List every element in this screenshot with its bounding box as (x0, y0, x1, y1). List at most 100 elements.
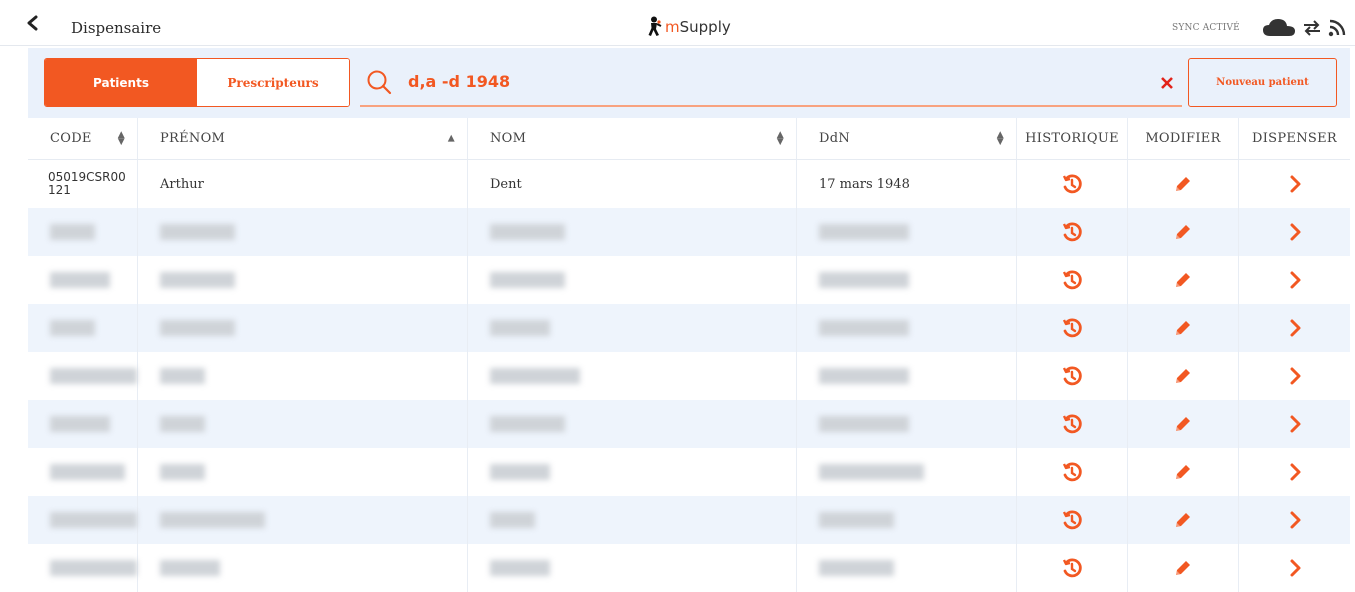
dispense-button[interactable] (1239, 448, 1350, 496)
dispense-button[interactable] (1239, 208, 1350, 256)
cell-prenom (138, 256, 468, 304)
search-bar[interactable]: d,a -d 1948 (360, 58, 1182, 107)
edit-button[interactable] (1128, 256, 1239, 304)
pencil-icon (1176, 561, 1190, 575)
column-header-modifier: MODIFIER (1128, 118, 1239, 159)
column-header-ddn[interactable]: DdN ▲ ▼ (797, 118, 1017, 159)
history-button[interactable] (1017, 400, 1128, 448)
history-button[interactable] (1017, 448, 1128, 496)
dispense-button[interactable] (1239, 304, 1350, 352)
history-button[interactable] (1017, 544, 1128, 592)
table-row[interactable] (28, 496, 1350, 544)
tab-prescripteurs[interactable]: Prescripteurs (197, 59, 349, 106)
tab-patients[interactable]: Patients (45, 59, 197, 106)
edit-button[interactable] (1128, 544, 1239, 592)
cell-ddn (797, 208, 1017, 256)
table-row[interactable] (28, 544, 1350, 592)
edit-button[interactable] (1128, 448, 1239, 496)
obscured-text (490, 512, 535, 528)
cell-code (28, 352, 138, 400)
obscured-text (160, 320, 235, 336)
sync-status-text: SYNC ACTIVÉ (1172, 23, 1240, 33)
pencil-icon (1176, 321, 1190, 335)
table-row[interactable] (28, 400, 1350, 448)
dispense-button[interactable] (1239, 496, 1350, 544)
history-icon (1062, 366, 1082, 386)
history-icon (1062, 510, 1082, 530)
obscured-text (490, 560, 550, 576)
column-header-code[interactable]: CODE ▲ ▼ (28, 118, 138, 159)
history-icon (1062, 318, 1082, 338)
edit-button[interactable] (1128, 208, 1239, 256)
sync-arrows-icon (1304, 20, 1320, 36)
table-row[interactable] (28, 256, 1350, 304)
table-row[interactable] (28, 304, 1350, 352)
column-header-prenom[interactable]: PRÉNOM ▲ (138, 118, 468, 159)
chevron-right-icon (1290, 511, 1300, 529)
history-icon (1062, 414, 1082, 434)
obscured-text (50, 416, 110, 432)
sort-ascending-icon: ▲ (447, 133, 455, 143)
cell-nom (468, 448, 797, 496)
dispense-button[interactable] (1239, 544, 1350, 592)
chevron-right-icon (1290, 367, 1300, 385)
cell-ddn (797, 496, 1017, 544)
table-row[interactable] (28, 352, 1350, 400)
chevron-right-icon (1290, 463, 1300, 481)
edit-button[interactable] (1128, 400, 1239, 448)
back-arrow-icon[interactable] (24, 14, 42, 32)
dispense-button[interactable] (1239, 160, 1350, 208)
history-button[interactable] (1017, 304, 1128, 352)
cell-prenom (138, 496, 468, 544)
history-button[interactable] (1017, 160, 1128, 208)
obscured-text (490, 464, 550, 480)
table-row[interactable] (28, 208, 1350, 256)
obscured-text (160, 368, 205, 384)
page-title: Dispensaire (71, 19, 162, 37)
patient-code: 05019CSR00 121 (48, 170, 126, 197)
column-header-nom[interactable]: NOM ▲ ▼ (468, 118, 797, 159)
pencil-icon (1176, 513, 1190, 527)
edit-button[interactable] (1128, 160, 1239, 208)
cell-ddn (797, 256, 1017, 304)
obscured-text (819, 224, 909, 240)
history-button[interactable] (1017, 208, 1128, 256)
obscured-text (490, 416, 565, 432)
cell-nom (468, 256, 797, 304)
history-button[interactable] (1017, 496, 1128, 544)
edit-button[interactable] (1128, 352, 1239, 400)
dispense-button[interactable] (1239, 400, 1350, 448)
new-patient-button[interactable]: Nouveau patient (1188, 58, 1337, 107)
clear-search-icon[interactable] (1160, 76, 1174, 90)
cell-nom (468, 400, 797, 448)
history-button[interactable] (1017, 256, 1128, 304)
obscured-text (50, 560, 137, 576)
column-header-dispenser: DISPENSER (1252, 131, 1337, 146)
cell-nom: Dent (468, 160, 797, 208)
chevron-right-icon (1290, 223, 1300, 241)
dispense-button[interactable] (1239, 352, 1350, 400)
dispense-button[interactable] (1239, 256, 1350, 304)
patient-prescriber-tabs: Patients Prescripteurs (44, 58, 350, 107)
table-row[interactable] (28, 448, 1350, 496)
chevron-right-icon (1290, 319, 1300, 337)
edit-button[interactable] (1128, 304, 1239, 352)
cell-nom (468, 496, 797, 544)
sync-icons (1262, 18, 1346, 38)
pencil-icon (1176, 417, 1190, 431)
table-row[interactable]: 05019CSR00 121 Arthur Dent 17 mars 1948 (28, 160, 1350, 208)
cell-ddn (797, 304, 1017, 352)
pencil-icon (1176, 177, 1190, 191)
sort-icon: ▲ ▼ (776, 129, 784, 147)
msupply-logo: mSupply (645, 16, 731, 38)
pencil-icon (1176, 273, 1190, 287)
app-header: Dispensaire mSupply SYNC ACTIVÉ (0, 0, 1355, 46)
cell-nom (468, 544, 797, 592)
edit-button[interactable] (1128, 496, 1239, 544)
obscured-text (50, 320, 95, 336)
cell-code (28, 544, 138, 592)
cell-ddn: 17 mars 1948 (797, 160, 1017, 208)
history-button[interactable] (1017, 352, 1128, 400)
search-input[interactable]: d,a -d 1948 (408, 72, 510, 91)
obscured-text (160, 416, 205, 432)
